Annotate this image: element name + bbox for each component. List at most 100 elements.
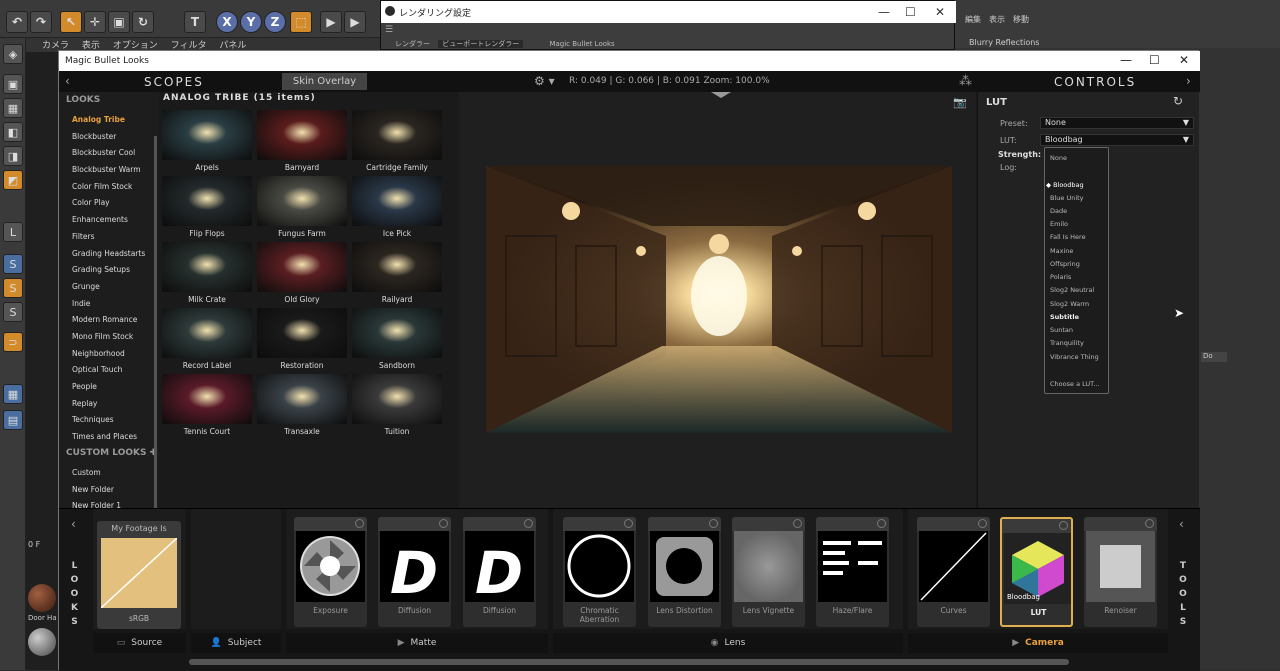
lut-option[interactable]: None bbox=[1050, 154, 1067, 162]
close-icon[interactable]: ✕ bbox=[935, 5, 945, 19]
look-thumbnail[interactable] bbox=[352, 176, 442, 226]
tool-card[interactable]: Renoiser bbox=[1084, 517, 1157, 627]
rotate-tool-icon[interactable]: ↻ bbox=[132, 11, 154, 33]
collapse-left-chevron-icon[interactable]: ‹ bbox=[65, 74, 70, 88]
snapshot-camera-icon[interactable]: 📷 bbox=[953, 96, 967, 109]
lut-option[interactable]: Vibrance Thing bbox=[1050, 353, 1099, 361]
look-category-item[interactable]: Modern Romance bbox=[72, 312, 157, 329]
look-thumbnail[interactable] bbox=[352, 242, 442, 292]
look-category-item[interactable]: Grading Headstarts bbox=[72, 246, 157, 263]
look-category-item[interactable]: Color Play bbox=[72, 195, 157, 212]
disable-tool-icon[interactable] bbox=[439, 519, 448, 528]
viewer-settings-gear-icon[interactable]: ⚙ ▾ bbox=[534, 74, 555, 88]
texture-icon[interactable]: ▦ bbox=[3, 98, 23, 118]
stage-tab[interactable]: ▭ Source bbox=[93, 633, 186, 653]
tool-card[interactable]: Haze/Flare bbox=[816, 517, 889, 627]
look-thumbnail[interactable] bbox=[162, 110, 252, 160]
right-item-blurry[interactable]: Blurry Reflections bbox=[969, 38, 1039, 47]
expand-tools-chevron-icon[interactable]: ‹ bbox=[1179, 517, 1184, 531]
tool-card[interactable]: Chromatic Aberration bbox=[563, 517, 636, 627]
lut-option[interactable]: Suntan bbox=[1050, 326, 1073, 334]
skin-overlay-tab[interactable]: Skin Overlay bbox=[282, 73, 367, 90]
look-thumbnail[interactable] bbox=[257, 374, 347, 424]
look-category-item[interactable]: Optical Touch bbox=[72, 362, 157, 379]
grid-icon[interactable]: ▦ bbox=[3, 384, 23, 404]
preset-select[interactable]: None ▼ bbox=[1040, 117, 1194, 129]
reset-icon[interactable]: ↻ bbox=[1173, 94, 1183, 108]
collapse-left-chevron-icon[interactable]: ‹ bbox=[71, 517, 76, 531]
custom-looks-header[interactable]: CUSTOM LOOKS ✚ bbox=[66, 448, 157, 458]
lut-option[interactable]: Offspring bbox=[1050, 260, 1080, 268]
lut-option[interactable]: Tranquility bbox=[1050, 339, 1084, 347]
move-tool-icon[interactable]: ✛ bbox=[84, 11, 106, 33]
x-axis-button[interactable]: X bbox=[216, 11, 238, 33]
toolchain-scrollbar[interactable] bbox=[189, 659, 1069, 665]
lut-option[interactable]: ◆ Bloodbag bbox=[1046, 181, 1084, 189]
disable-tool-icon[interactable] bbox=[709, 519, 718, 528]
coord-system-icon[interactable]: ⬚ bbox=[290, 11, 312, 33]
look-thumbnail[interactable] bbox=[257, 110, 347, 160]
right-menu-move[interactable]: 移動 bbox=[1013, 14, 1029, 25]
cube-icon[interactable]: ▣ bbox=[3, 74, 23, 94]
look-category-item[interactable]: Enhancements bbox=[72, 212, 157, 229]
lut-option[interactable]: Fall Is Here bbox=[1050, 233, 1086, 241]
tool-card[interactable]: Lens Vignette bbox=[732, 517, 805, 627]
render-view-icon[interactable]: ▶ bbox=[320, 11, 342, 33]
looks-vertical-label[interactable]: LOOKS bbox=[69, 559, 81, 629]
look-category-item[interactable]: Blockbuster Cool bbox=[72, 145, 157, 162]
look-category-item[interactable]: Blockbuster bbox=[72, 129, 157, 146]
disable-tool-icon[interactable] bbox=[355, 519, 364, 528]
lut-option[interactable]: Blue Unity bbox=[1050, 194, 1084, 202]
right-menu-edit[interactable]: 編集 bbox=[965, 14, 981, 25]
look-category-item[interactable]: Analog Tribe bbox=[72, 112, 157, 129]
look-thumbnail[interactable] bbox=[352, 308, 442, 358]
scopes-tab[interactable]: SCOPES bbox=[144, 75, 204, 89]
text-tool-icon[interactable]: T bbox=[184, 11, 206, 33]
look-category-item[interactable]: Color Film Stock bbox=[72, 179, 157, 196]
material-thumb-door[interactable] bbox=[28, 584, 56, 612]
tool-card[interactable]: D Diffusion bbox=[378, 517, 451, 627]
snap-icon[interactable]: S bbox=[3, 254, 23, 274]
controls-tab[interactable]: CONTROLS bbox=[1054, 75, 1136, 89]
right-menu-view[interactable]: 表示 bbox=[989, 14, 1005, 25]
look-thumbnail[interactable] bbox=[162, 242, 252, 292]
look-thumbnail[interactable] bbox=[162, 176, 252, 226]
collapse-right-chevron-icon[interactable]: › bbox=[1186, 74, 1191, 88]
look-thumbnail[interactable] bbox=[352, 374, 442, 424]
stage-tab[interactable]: 👤 Subject bbox=[191, 633, 281, 653]
tools-vertical-label[interactable]: TOOLS bbox=[1177, 559, 1189, 629]
polygons-icon[interactable]: ◩ bbox=[3, 170, 23, 190]
renderer-select[interactable]: ビューポートレンダラー bbox=[438, 40, 524, 48]
lut-option[interactable]: Subtitle bbox=[1050, 313, 1079, 321]
look-category-item[interactable]: Times and Places bbox=[72, 429, 157, 446]
material-thumb-2[interactable] bbox=[28, 628, 56, 656]
source-card[interactable]: My Footage Is sRGB bbox=[97, 521, 181, 629]
lock-icon[interactable]: ▤ bbox=[3, 410, 23, 430]
tool-card[interactable]: D Diffusion bbox=[463, 517, 536, 627]
looks-scrollbar[interactable] bbox=[154, 136, 157, 538]
disable-tool-icon[interactable] bbox=[978, 519, 987, 528]
look-category-item[interactable]: Grunge bbox=[72, 279, 157, 296]
look-category-item[interactable]: Replay bbox=[72, 396, 157, 413]
snap2-icon[interactable]: S bbox=[3, 278, 23, 298]
color-wheels-icon[interactable]: ⁂ bbox=[959, 74, 972, 89]
disable-tool-icon[interactable] bbox=[1059, 521, 1068, 530]
redo-icon[interactable]: ↷ bbox=[30, 11, 52, 33]
viewer-top-marker-icon[interactable] bbox=[711, 92, 731, 98]
look-category-item[interactable]: Techniques bbox=[72, 412, 157, 429]
lut-option[interactable]: Maxine bbox=[1050, 247, 1073, 255]
magnet-icon[interactable]: ⊃ bbox=[3, 332, 23, 352]
scale-tool-icon[interactable]: ▣ bbox=[108, 11, 130, 33]
look-category-item[interactable]: Grading Setups bbox=[72, 262, 157, 279]
look-category-item[interactable]: Blockbuster Warm bbox=[72, 162, 157, 179]
tool-card[interactable]: Exposure bbox=[294, 517, 367, 627]
look-category-item[interactable]: Mono Film Stock bbox=[72, 329, 157, 346]
lut-option[interactable]: Dade bbox=[1050, 207, 1067, 215]
look-thumbnail[interactable] bbox=[162, 374, 252, 424]
lut-option[interactable]: Slog2 Warm bbox=[1050, 300, 1089, 308]
stage-tab[interactable]: ▶ Matte bbox=[286, 633, 548, 653]
points-icon[interactable]: ◨ bbox=[3, 146, 23, 166]
tool-card[interactable]: Bloodbag LUT bbox=[1000, 517, 1073, 627]
look-thumbnail[interactable] bbox=[257, 308, 347, 358]
lut-option[interactable]: Emilo bbox=[1050, 220, 1068, 228]
